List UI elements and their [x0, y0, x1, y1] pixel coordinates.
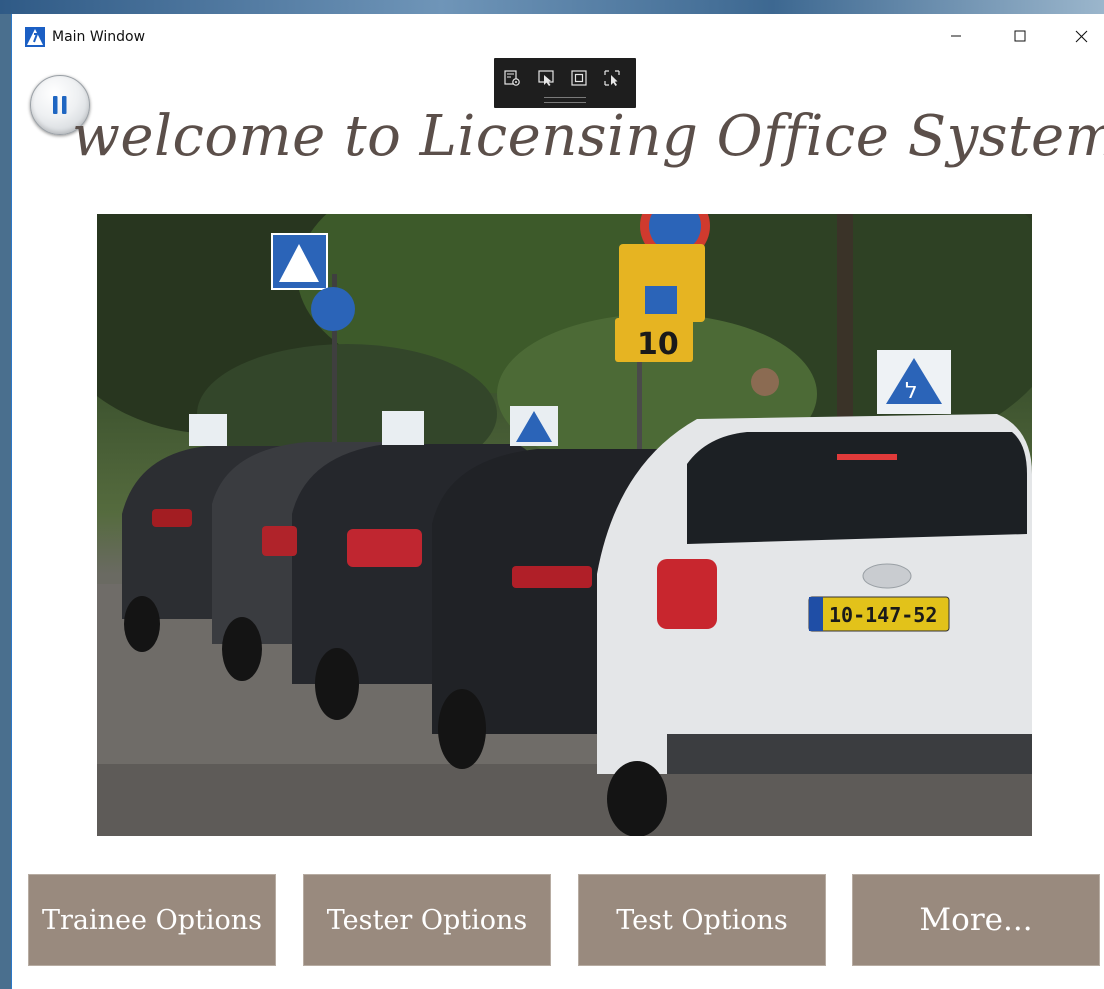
maximize-icon — [1014, 30, 1026, 42]
desktop-background — [0, 0, 1104, 14]
license-plate-text: 10-147-52 — [829, 603, 937, 627]
minimize-button[interactable] — [933, 18, 979, 54]
maximize-button[interactable] — [997, 18, 1043, 54]
track-focused-element-button[interactable] — [600, 66, 624, 90]
minimize-icon — [951, 35, 961, 37]
hero-image: 10 10-147-52 ל — [97, 214, 1032, 836]
speed-sign-number: 10 — [637, 327, 679, 362]
display-layout-adorners-button[interactable] — [567, 66, 591, 90]
title-bar[interactable]: Main Window — [12, 14, 1104, 60]
driving-school-cars-photo: 10 10-147-52 ל — [97, 214, 1032, 836]
close-button[interactable] — [1058, 18, 1104, 54]
debug-toolbar — [494, 58, 636, 108]
layout-adorner-icon — [571, 70, 587, 86]
tester-options-button[interactable]: Tester Options — [303, 874, 551, 966]
page-title: welcome to Licensing Office System! — [72, 104, 1104, 169]
live-visual-tree-button[interactable] — [500, 66, 524, 90]
close-icon — [1075, 30, 1087, 42]
toolbar-grip[interactable] — [544, 97, 586, 103]
visual-tree-icon — [504, 70, 520, 86]
student-driver-sign: ל — [905, 379, 918, 404]
select-element-button[interactable] — [534, 66, 558, 90]
trainee-options-button[interactable]: Trainee Options — [28, 874, 276, 966]
test-options-button[interactable]: Test Options — [578, 874, 826, 966]
pause-icon — [53, 96, 67, 114]
window-title: Main Window — [52, 29, 146, 45]
main-window: Main Window welcome to Licensing Office … — [11, 14, 1104, 989]
more-button[interactable]: More... — [852, 874, 1100, 966]
track-focus-icon — [604, 70, 620, 86]
select-element-icon — [538, 70, 554, 86]
app-logo-icon — [25, 27, 45, 47]
